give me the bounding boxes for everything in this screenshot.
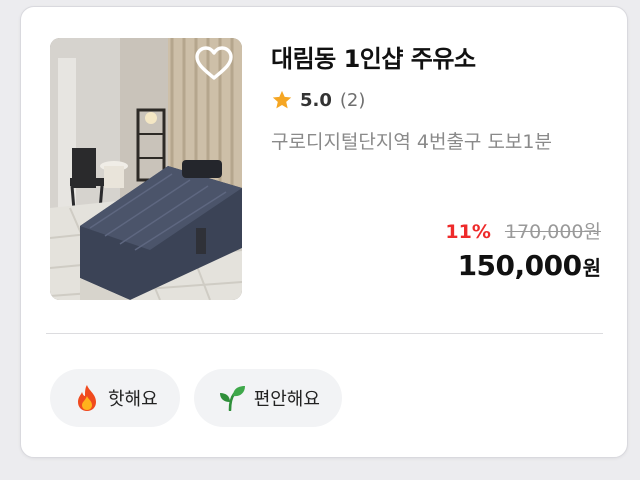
tag-hot[interactable]: 핫해요 — [50, 369, 180, 427]
rating-score: 5.0 — [300, 89, 332, 111]
rating-row: 5.0 (2) — [271, 89, 365, 111]
price-block: 11% 170,000원 150,000원 — [445, 219, 601, 287]
original-price: 170,000원 — [504, 221, 601, 243]
listing-card[interactable]: 대림동 1인샵 주유소 5.0 (2) 구로디지털단지역 4번출구 도보1분 1… — [20, 6, 628, 458]
discount-rate: 11% — [445, 221, 491, 243]
currency-label: 원 — [582, 256, 601, 280]
divider — [46, 333, 603, 334]
sprout-icon — [219, 386, 245, 411]
favorite-heart-icon[interactable] — [194, 44, 234, 84]
location-text: 구로디지털단지역 4번출구 도보1분 — [271, 131, 552, 153]
tag-hot-label: 핫해요 — [108, 389, 158, 410]
listing-title[interactable]: 대림동 1인샵 주유소 — [271, 39, 476, 74]
review-count: (2) — [339, 89, 366, 111]
star-icon — [272, 90, 292, 109]
tag-list: 핫해요 편안해요 — [50, 369, 356, 427]
fire-icon — [78, 385, 96, 411]
final-price: 150,000 — [457, 249, 583, 282]
listing-thumbnail[interactable] — [50, 38, 242, 300]
tag-comfortable[interactable]: 편안해요 — [193, 369, 342, 427]
tag-comfortable-label: 편안해요 — [253, 389, 320, 410]
